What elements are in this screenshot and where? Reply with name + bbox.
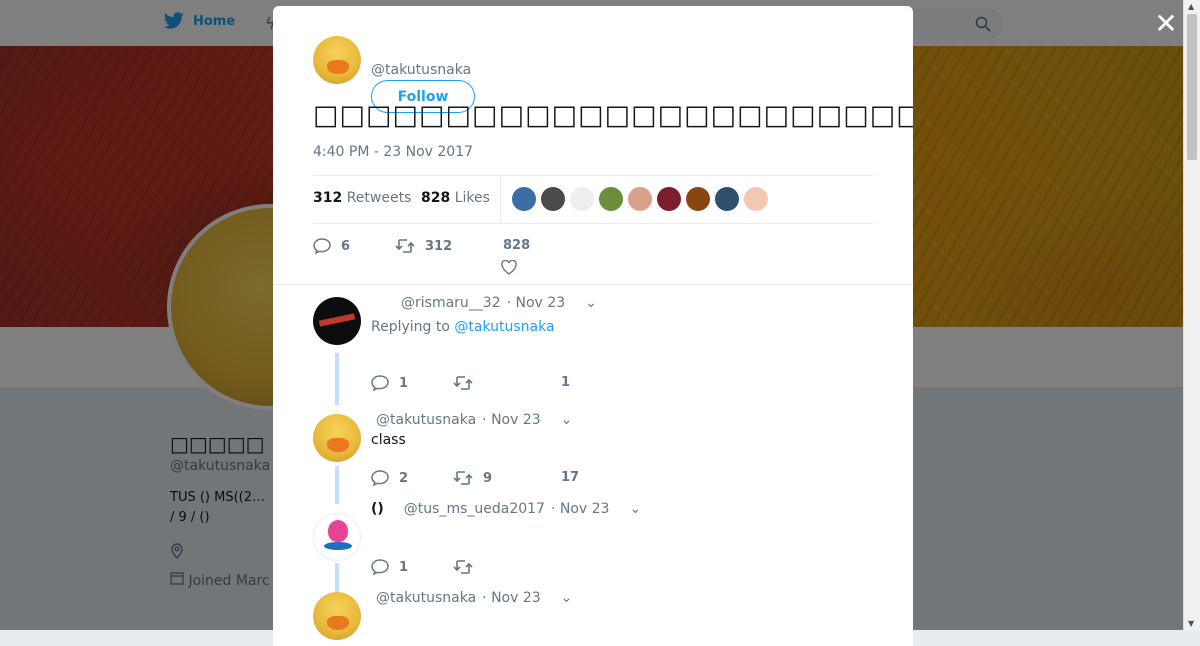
liker-avatar[interactable] [715, 187, 739, 211]
tweet-stats: 312 Retweets 828 Likes [313, 175, 873, 224]
reply-avatar[interactable] [313, 592, 361, 640]
liker-avatar[interactable] [657, 187, 681, 211]
liker-avatar[interactable] [512, 187, 536, 211]
chevron-down-icon[interactable]: ⌄ [561, 412, 573, 428]
replying-to: Replying to @takutusnaka [371, 319, 555, 335]
reply-button[interactable]: 1 [371, 375, 408, 391]
thread-line [335, 563, 339, 593]
liker-avatar[interactable] [599, 187, 623, 211]
reply-text: class [371, 432, 406, 448]
retweet-icon [395, 239, 415, 253]
chevron-down-icon[interactable]: ⌄ [585, 295, 597, 311]
reply-count: 1 [399, 559, 409, 575]
reply-button[interactable]: 6 [313, 238, 350, 254]
retweet-icon [453, 560, 473, 574]
like-count: 17 [561, 470, 580, 485]
thread-line [335, 466, 339, 504]
tweet-text: □□□□□□□□□□□□□□□□□□□□□□□□□□□□ [313, 100, 913, 131]
reply-tweet[interactable]: () @tus_ms_ueda2017 · Nov 23 ⌄ 1 [313, 501, 873, 593]
reply-avatar[interactable] [313, 414, 361, 462]
heart-icon [501, 260, 517, 275]
like-count-label: 828 [503, 238, 530, 253]
liker-avatar[interactable] [628, 187, 652, 211]
retweet-button[interactable] [453, 375, 483, 391]
likes-stat[interactable]: 828 Likes [421, 190, 490, 206]
replying-prefix: Replying to [371, 319, 450, 335]
author-handle[interactable]: @takutusnaka [371, 62, 471, 78]
reply-button[interactable]: 1 [371, 559, 408, 575]
liker-avatar[interactable] [686, 187, 710, 211]
liker-avatar[interactable] [570, 187, 594, 211]
retweet-button[interactable]: 312 [395, 238, 452, 254]
like-count: 1 [561, 375, 571, 390]
reply-handle[interactable]: @takutusnaka [376, 412, 476, 428]
reply-display-name[interactable]: () [371, 501, 384, 517]
retweet-button[interactable] [453, 559, 483, 575]
reply-tweet[interactable]: @rismaru__32 · Nov 23 ⌄ Replying to @tak… [313, 295, 873, 407]
chevron-down-icon[interactable]: ⌄ [561, 590, 573, 606]
close-modal-button[interactable]: ✕ [1154, 10, 1178, 38]
reply-tweet[interactable]: @takutusnaka · Nov 23 ⌄ class 2 9 17 [313, 412, 873, 504]
retweets-label: Retweets [346, 190, 412, 206]
like-count: 828 [503, 238, 531, 253]
reply-handle[interactable]: @takutusnaka [376, 590, 476, 606]
scroll-up-arrow-icon[interactable]: ▲ [1188, 2, 1194, 11]
tweet-actions: 6 312 828 [313, 234, 873, 280]
reply-icon [371, 375, 389, 391]
reply-count: 1 [399, 375, 409, 391]
thread-line [335, 353, 339, 405]
reply-icon [313, 238, 331, 254]
reply-handle[interactable]: @tus_ms_ueda2017 [404, 501, 545, 517]
liker-avatars [512, 187, 768, 211]
likes-label: Likes [454, 190, 490, 206]
liker-avatar[interactable] [744, 187, 768, 211]
reply-tweet[interactable]: @takutusnaka · Nov 23 ⌄ [313, 590, 873, 646]
chevron-down-icon[interactable]: ⌄ [629, 501, 641, 517]
reply-avatar[interactable] [313, 297, 361, 345]
retweet-button[interactable]: 9 [453, 470, 492, 486]
page-scrollbar[interactable]: ▲ ▼ [1183, 0, 1200, 630]
like-button[interactable]: 17 [561, 470, 579, 485]
reply-handle[interactable]: @rismaru__32 [401, 295, 501, 311]
reply-date[interactable]: · Nov 23 [507, 295, 566, 311]
like-button[interactable] [501, 260, 517, 275]
replying-to-link[interactable]: @takutusnaka [454, 319, 554, 335]
tweet-modal: @takutusnaka Follow □□□□□□□□□□□□□□□□□□□□… [273, 6, 913, 646]
reply-date[interactable]: · Nov 23 [482, 590, 541, 606]
retweet-count: 9 [483, 470, 493, 486]
stats-divider [500, 176, 501, 223]
reply-header: () @tus_ms_ueda2017 · Nov 23 ⌄ [371, 501, 641, 517]
scroll-down-arrow-icon[interactable]: ▼ [1188, 619, 1194, 628]
scrollbar-thumb[interactable] [1187, 14, 1197, 160]
reply-date[interactable]: · Nov 23 [551, 501, 610, 517]
reply-button[interactable]: 2 [371, 470, 408, 486]
reply-header: @takutusnaka · Nov 23 ⌄ [376, 412, 572, 428]
retweets-stat[interactable]: 312 Retweets [313, 190, 411, 206]
author-avatar[interactable] [313, 36, 361, 84]
reply-icon [371, 470, 389, 486]
retweet-count: 312 [425, 238, 453, 254]
modal-divider [273, 284, 913, 285]
reply-header: @takutusnaka · Nov 23 ⌄ [376, 590, 572, 606]
reply-date[interactable]: · Nov 23 [482, 412, 541, 428]
like-button[interactable]: 1 [561, 375, 570, 390]
retweet-icon [453, 471, 473, 485]
reply-count: 6 [341, 238, 351, 254]
reply-icon [371, 559, 389, 575]
reply-count: 2 [399, 470, 409, 486]
tweet-timestamp[interactable]: 4:40 PM - 23 Nov 2017 [313, 144, 473, 160]
reply-header: @rismaru__32 · Nov 23 ⌄ [401, 295, 597, 311]
retweet-icon [453, 376, 473, 390]
retweets-count: 312 [313, 190, 343, 206]
liker-avatar[interactable] [541, 187, 565, 211]
likes-count: 828 [421, 190, 451, 206]
reply-avatar[interactable] [313, 513, 361, 561]
